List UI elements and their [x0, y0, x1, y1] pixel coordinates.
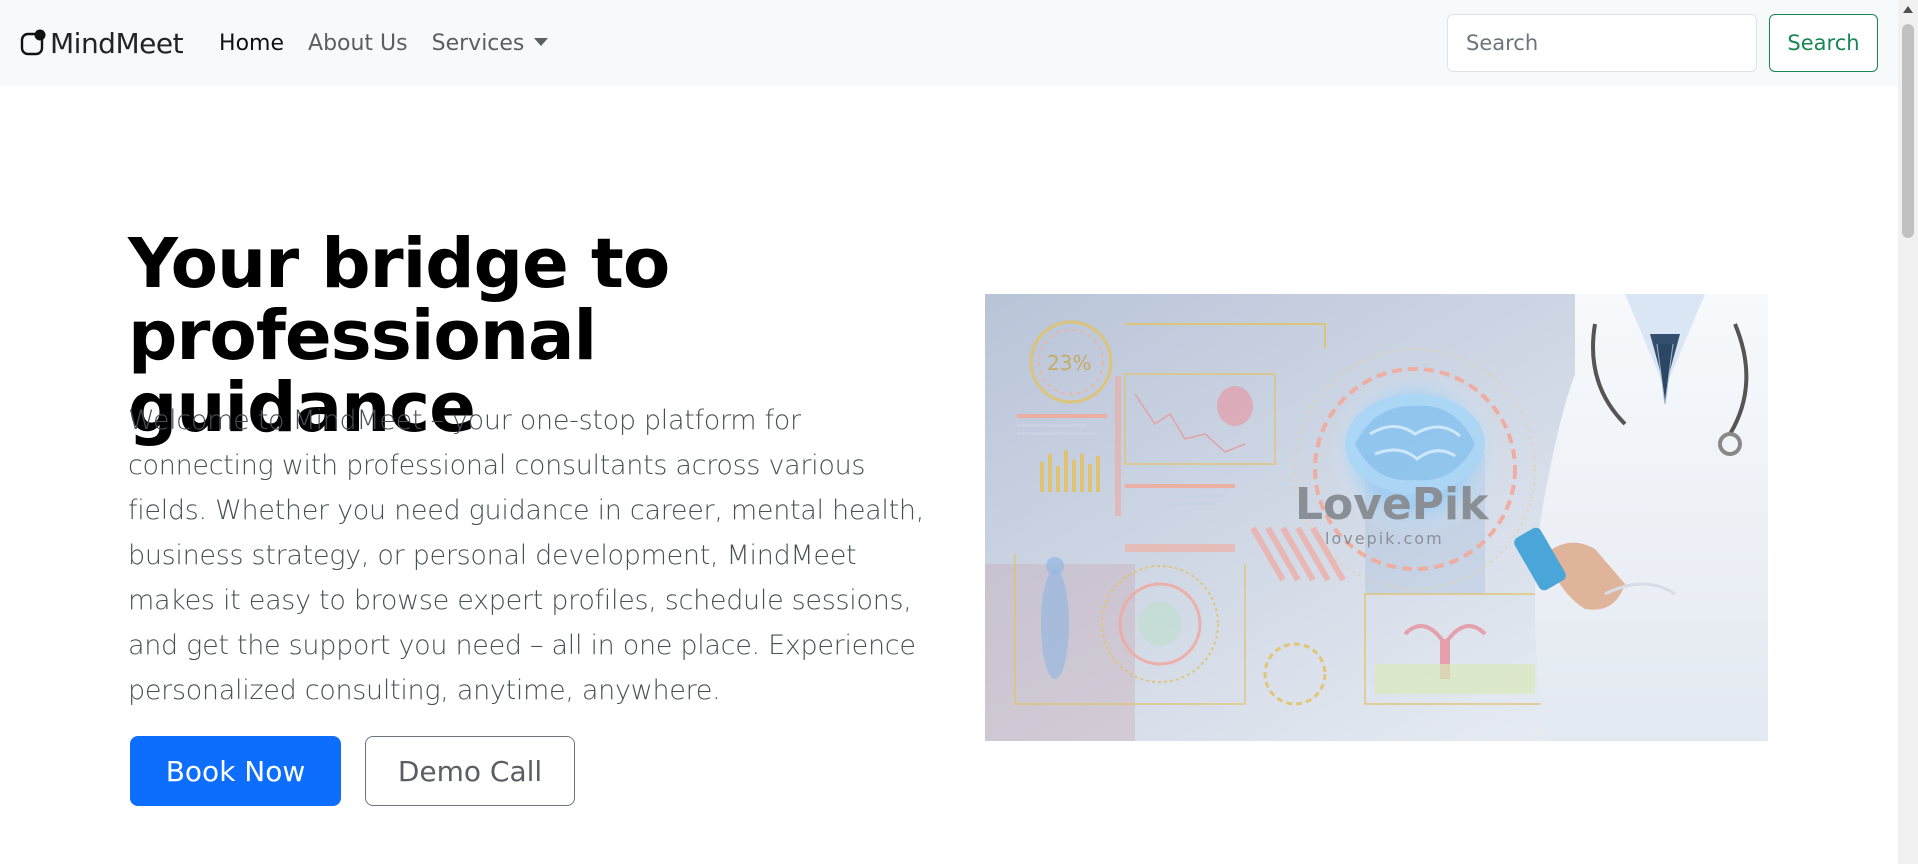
brand-name: MindMeet	[50, 26, 184, 60]
nav-services[interactable]: Services	[420, 31, 561, 56]
scroll-up-icon[interactable]	[1903, 6, 1913, 13]
nav-links: Home About Us Services	[207, 31, 560, 56]
hero-image: 23% LovePik lovepik.com	[985, 294, 1768, 741]
search-button[interactable]: Search	[1769, 14, 1878, 72]
watermark-text: LovePik	[1295, 479, 1490, 530]
nav-about-us[interactable]: About Us	[296, 31, 420, 56]
book-now-button[interactable]: Book Now	[130, 736, 341, 806]
search-input[interactable]	[1447, 14, 1757, 72]
navbar: MindMeet Home About Us Services Search	[0, 0, 1898, 86]
watermark-url: lovepik.com	[1325, 529, 1444, 548]
hero-title-line1: Your bridge to	[128, 224, 670, 304]
hero-description: Welcome to MindMeet – your one-stop plat…	[128, 405, 924, 706]
demo-call-button[interactable]: Demo Call	[365, 736, 575, 806]
scrollbar-thumb[interactable]	[1902, 24, 1914, 238]
nav-home[interactable]: Home	[207, 31, 296, 56]
scrollbar[interactable]	[1898, 0, 1918, 864]
caret-down-icon	[534, 37, 549, 46]
nav-services-label: Services	[431, 30, 525, 56]
hud-percentage: 23%	[1047, 351, 1091, 375]
search-form: Search	[1447, 14, 1878, 72]
hero-illustration: 23% LovePik lovepik.com	[985, 294, 1768, 741]
logo-icon	[20, 29, 48, 57]
brand[interactable]: MindMeet	[20, 26, 184, 60]
